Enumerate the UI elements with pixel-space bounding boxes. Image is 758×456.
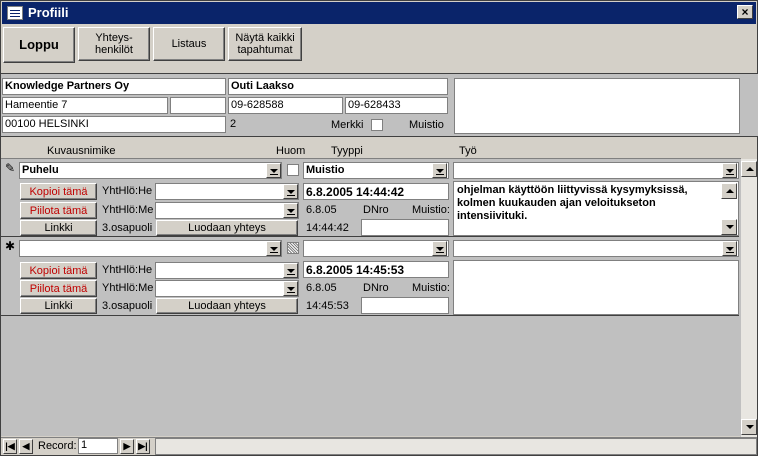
piilota-button[interactable]: Piilota tämä <box>20 280 97 297</box>
close-button[interactable]: × <box>737 5 753 19</box>
yht1-dropdown-icon[interactable] <box>283 184 298 199</box>
phone2-field[interactable]: 09-628433 <box>345 97 448 114</box>
yht2-dropdown-icon[interactable] <box>283 281 298 296</box>
date-value: 6.8.05 <box>306 282 337 294</box>
postal-field[interactable]: 00100 HELSINKI <box>2 116 226 133</box>
kuvaus-dropdown-icon[interactable] <box>266 241 281 256</box>
datetime-field[interactable]: 6.8.2005 14:44:42 <box>303 183 449 200</box>
linkki-button[interactable]: Linkki <box>20 298 97 314</box>
muistio-header-label: Muistio <box>409 119 444 131</box>
dnro-field[interactable] <box>361 219 449 236</box>
work-text-scroll-down-icon[interactable] <box>721 219 737 235</box>
kuvaus-field[interactable] <box>19 240 282 257</box>
third-party-label: 3.osapuoli <box>102 300 153 312</box>
kopioi-button[interactable]: Kopioi tämä <box>20 183 97 200</box>
tyyppi-dropdown-icon[interactable] <box>432 163 447 178</box>
loppu-button[interactable]: Loppu <box>3 27 75 63</box>
work-text-field[interactable]: ohjelman käyttöön liittyvissä kysymyksis… <box>453 181 739 236</box>
time-value: 14:44:42 <box>306 222 349 234</box>
record-number-input[interactable]: 1 <box>78 438 118 454</box>
third-party-label: 3.osapuoli <box>102 222 153 234</box>
yht2-label: YhtHlö:Me <box>102 204 154 216</box>
kuvaus-dropdown-icon[interactable] <box>266 163 281 178</box>
company-field[interactable]: Knowledge Partners Oy <box>2 78 226 95</box>
notes-field[interactable] <box>454 78 740 134</box>
yht2-field[interactable] <box>155 280 299 297</box>
first-record-button[interactable]: |◀ <box>3 439 17 454</box>
form-icon <box>7 6 23 20</box>
record-divider <box>1 315 739 316</box>
huom-checkbox[interactable] <box>287 242 299 254</box>
column-huom: Huom <box>276 145 306 157</box>
record-selector-edit[interactable]: ✎ <box>5 161 15 175</box>
record-selector-new[interactable]: ✱ <box>5 239 15 253</box>
tyo-select-field[interactable] <box>453 162 739 179</box>
column-kuvausnimike: Kuvausnimike <box>47 145 116 157</box>
tyo-select-field[interactable] <box>453 240 739 257</box>
kuvaus-field[interactable]: Puhelu <box>19 162 282 179</box>
muistio-label: Muistio: <box>412 204 450 216</box>
street2-field[interactable] <box>170 97 226 114</box>
yht2-label: YhtHlö:Me <box>102 282 154 294</box>
kopioi-button[interactable]: Kopioi tämä <box>20 262 97 279</box>
date-value: 6.8.05 <box>306 204 337 216</box>
work-text-scroll-up-icon[interactable] <box>721 183 737 199</box>
yht1-label: YhtHlö:He <box>102 264 153 276</box>
muistio-label: Muistio: <box>412 282 450 294</box>
luodaan-yhteys-button[interactable]: Luodaan yhteys <box>156 298 298 314</box>
merkki-checkbox[interactable] <box>371 119 383 131</box>
work-text-field[interactable] <box>453 260 739 315</box>
tyyppi-field[interactable]: Muistio <box>303 162 449 179</box>
prev-record-button[interactable]: ◀ <box>19 439 33 454</box>
scroll-down-icon[interactable] <box>741 419 757 435</box>
tyo-dropdown-icon[interactable] <box>722 163 737 178</box>
time-value: 14:45:53 <box>306 300 349 312</box>
listaus-button[interactable]: Listaus <box>153 27 225 61</box>
profiili-window: Profiili × Loppu Yhteys- henkilöt Listau… <box>0 0 758 456</box>
count-value: 2 <box>230 118 237 130</box>
merkki-label: Merkki <box>331 119 364 131</box>
datetime-field[interactable]: 6.8.2005 14:45:53 <box>303 261 449 278</box>
yht1-label: YhtHlö:He <box>102 185 153 197</box>
tyo-dropdown-icon[interactable] <box>722 241 737 256</box>
yht1-dropdown-icon[interactable] <box>283 263 298 278</box>
horizontal-scrollbar[interactable] <box>155 438 757 455</box>
yht2-field[interactable] <box>155 202 299 219</box>
records-scrollbar[interactable] <box>740 159 757 437</box>
phone1-field[interactable]: 09-628588 <box>228 97 343 114</box>
last-record-button[interactable]: ▶| <box>136 439 150 454</box>
piilota-button[interactable]: Piilota tämä <box>20 202 97 219</box>
dnro-label: DNro <box>363 204 389 216</box>
yht1-field[interactable] <box>155 183 299 200</box>
huom-checkbox[interactable] <box>287 164 299 176</box>
tyyppi-field[interactable] <box>303 240 449 257</box>
yht2-dropdown-icon[interactable] <box>283 203 298 218</box>
dnro-field[interactable] <box>361 297 449 314</box>
record-label: Record: <box>38 440 77 452</box>
next-record-button[interactable]: ▶ <box>120 439 134 454</box>
column-tyyppi: Tyyppi <box>331 145 363 157</box>
scroll-up-icon[interactable] <box>741 161 757 177</box>
yhteyshenkilot-button[interactable]: Yhteys- henkilöt <box>78 27 150 61</box>
dnro-label: DNro <box>363 282 389 294</box>
nayta-kaikki-button[interactable]: Näytä kaikki tapahtumat <box>228 27 302 61</box>
window-title: Profiili <box>28 5 69 20</box>
street-field[interactable]: Hameentie 7 <box>2 97 168 114</box>
column-tyo: Työ <box>459 145 477 157</box>
linkki-button[interactable]: Linkki <box>20 220 97 236</box>
yht1-field[interactable] <box>155 262 299 279</box>
luodaan-yhteys-button[interactable]: Luodaan yhteys <box>156 220 298 236</box>
tyyppi-dropdown-icon[interactable] <box>432 241 447 256</box>
contact-name-field[interactable]: Outi Laakso <box>228 78 448 95</box>
title-bar: Profiili × <box>2 2 756 24</box>
